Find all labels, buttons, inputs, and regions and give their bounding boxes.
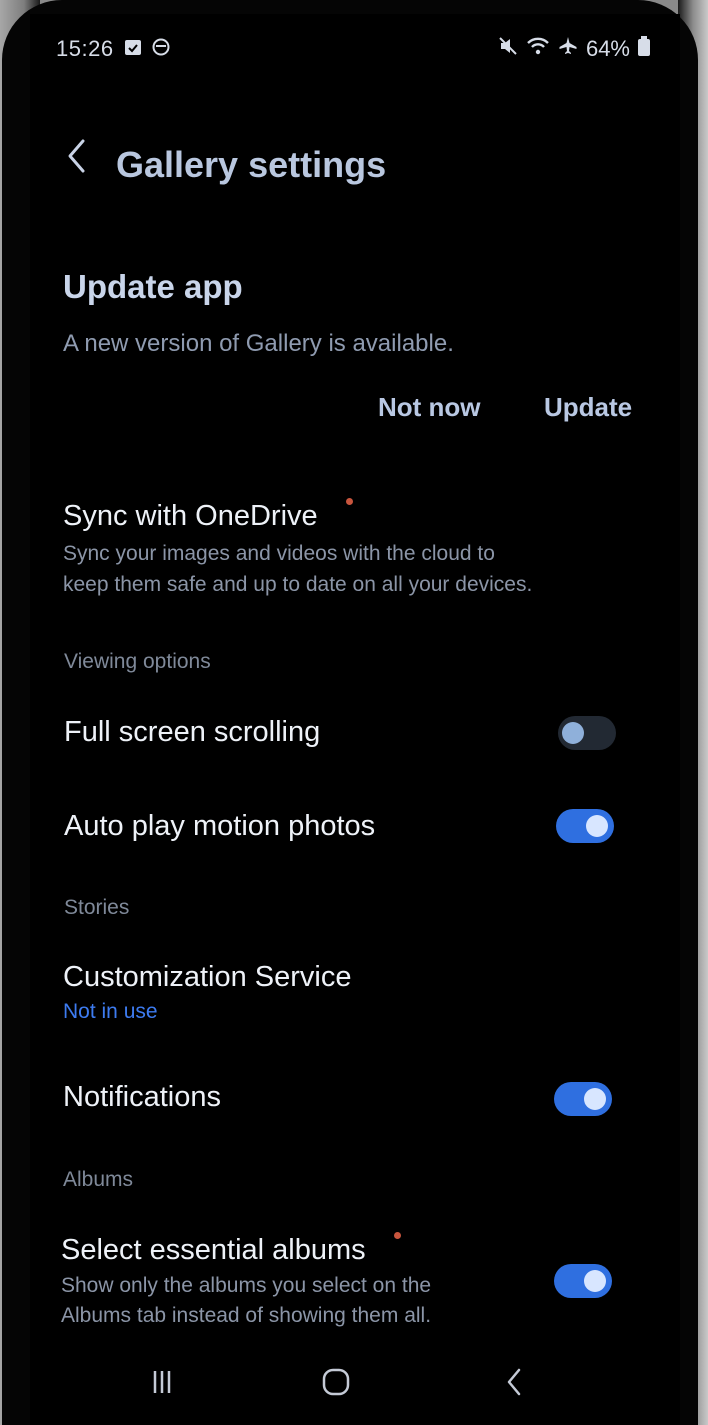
full-screen-scrolling-toggle[interactable] <box>558 716 616 750</box>
calendar-check-icon <box>124 38 142 56</box>
page-title: Gallery settings <box>116 144 387 185</box>
albums-header: Albums <box>63 1168 134 1191</box>
status-bar: 15:26 64% <box>56 36 650 64</box>
battery-percent: 64% <box>585 36 630 61</box>
airplane-icon <box>558 36 578 62</box>
sync-onedrive-desc-line1: Sync your images and videos with the clo… <box>63 542 495 565</box>
customization-service-item[interactable]: Customization Service Not in use <box>54 958 384 1038</box>
auto-play-motion-photos-toggle[interactable] <box>556 809 614 843</box>
sync-onedrive-title: Sync with OneDrive <box>63 500 318 532</box>
full-screen-scrolling-item[interactable]: Full screen scrolling <box>54 694 624 764</box>
auto-play-motion-photos-item[interactable]: Auto play motion photos <box>54 796 624 862</box>
update-button[interactable]: Update <box>544 392 632 423</box>
full-screen-scrolling-label: Full screen scrolling <box>64 716 321 748</box>
phone-frame: 15:26 64% Gallery settings Update app A … <box>2 0 698 1425</box>
gallery-settings-screen: 15:26 64% Gallery settings Update app A … <box>30 14 680 1425</box>
status-right-group: 64% <box>498 36 650 62</box>
auto-play-motion-photos-label: Auto play motion photos <box>64 810 376 842</box>
chevron-left-icon <box>68 139 85 173</box>
customization-service-title: Customization Service <box>63 961 352 993</box>
wifi-icon <box>526 36 550 62</box>
mute-icon <box>498 36 518 62</box>
sync-onedrive-item[interactable]: Sync with OneDrive Sync your images and … <box>54 490 624 612</box>
update-card-title: Update app <box>63 268 243 305</box>
toggle-knob <box>584 1088 606 1110</box>
update-card-description: A new version of Gallery is available. <box>63 330 454 357</box>
battery-icon <box>638 36 650 62</box>
viewing-options-header: Viewing options <box>64 650 211 673</box>
customization-service-status: Not in use <box>63 1000 158 1023</box>
home-icon <box>322 1368 350 1396</box>
select-essential-albums-desc-line2: Albums tab instead of showing them all. <box>61 1304 432 1327</box>
new-badge-dot <box>346 498 353 505</box>
back-button[interactable] <box>58 126 94 186</box>
home-button[interactable] <box>316 1360 356 1404</box>
not-now-button[interactable]: Not now <box>378 392 481 423</box>
select-essential-albums-toggle[interactable] <box>554 1264 612 1298</box>
navigation-bar <box>30 1354 680 1424</box>
toggle-knob <box>562 722 584 744</box>
select-essential-albums-item[interactable]: Select essential albums Show only the al… <box>54 1222 624 1340</box>
toggle-knob <box>584 1270 606 1292</box>
sync-onedrive-desc-line2: keep them safe and up to date on all you… <box>63 573 533 596</box>
recents-button[interactable] <box>142 1360 182 1404</box>
stories-header: Stories <box>64 896 130 919</box>
status-time: 15:26 <box>56 36 114 61</box>
notifications-toggle[interactable] <box>554 1082 612 1116</box>
select-essential-albums-title: Select essential albums <box>61 1234 366 1266</box>
toggle-knob <box>586 815 608 837</box>
notifications-item[interactable]: Notifications <box>54 1064 624 1136</box>
system-back-button[interactable] <box>494 1360 534 1404</box>
back-icon <box>507 1368 521 1396</box>
select-essential-albums-desc-line1: Show only the albums you select on the <box>61 1274 432 1297</box>
circle-status-icon <box>152 38 170 56</box>
new-badge-dot <box>394 1232 401 1239</box>
notifications-label: Notifications <box>63 1081 221 1113</box>
recents-icon <box>153 1371 171 1393</box>
